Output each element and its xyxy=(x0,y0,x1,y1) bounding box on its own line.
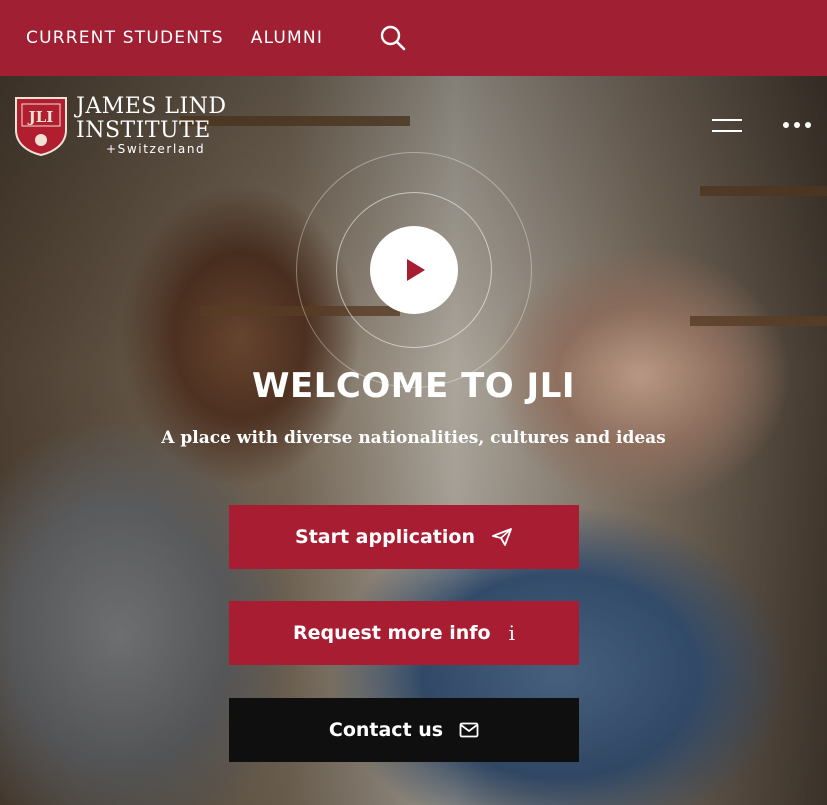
hamburger-menu-icon[interactable] xyxy=(712,118,744,134)
paper-plane-icon xyxy=(491,527,513,547)
hero-title: WELCOME TO JLI xyxy=(251,366,576,406)
logo-location: +Switzerland xyxy=(106,142,206,156)
play-icon xyxy=(407,259,425,281)
jli-logo[interactable]: JLI JAMES LIND INSTITUTE +Switzerland xyxy=(14,94,227,158)
play-video-button[interactable] xyxy=(370,226,458,314)
hero-subtitle: A place with diverse nationalities, cult… xyxy=(161,428,666,448)
top-navigation-bar: CURRENT STUDENTS ALUMNI xyxy=(0,0,827,76)
alumni-link[interactable]: ALUMNI xyxy=(251,28,323,48)
svg-text:JLI: JLI xyxy=(27,108,54,126)
request-more-info-button[interactable]: Request more info i xyxy=(229,601,579,665)
start-application-button[interactable]: Start application xyxy=(229,505,579,569)
logo-name-line1: JAMES LIND xyxy=(76,94,227,119)
info-icon: i xyxy=(508,621,516,645)
current-students-link[interactable]: CURRENT STUDENTS xyxy=(26,28,224,48)
more-dots-icon[interactable] xyxy=(780,118,814,132)
contact-us-label: Contact us xyxy=(328,719,444,741)
start-application-label: Start application xyxy=(295,526,475,548)
contact-us-button[interactable]: Contact us xyxy=(229,698,579,762)
search-icon[interactable] xyxy=(379,24,407,52)
logo-name-line2: INSTITUTE xyxy=(76,118,211,143)
logo-shield-icon: JLI xyxy=(15,97,67,156)
envelope-icon xyxy=(459,722,479,738)
request-more-info-label: Request more info xyxy=(292,622,491,644)
